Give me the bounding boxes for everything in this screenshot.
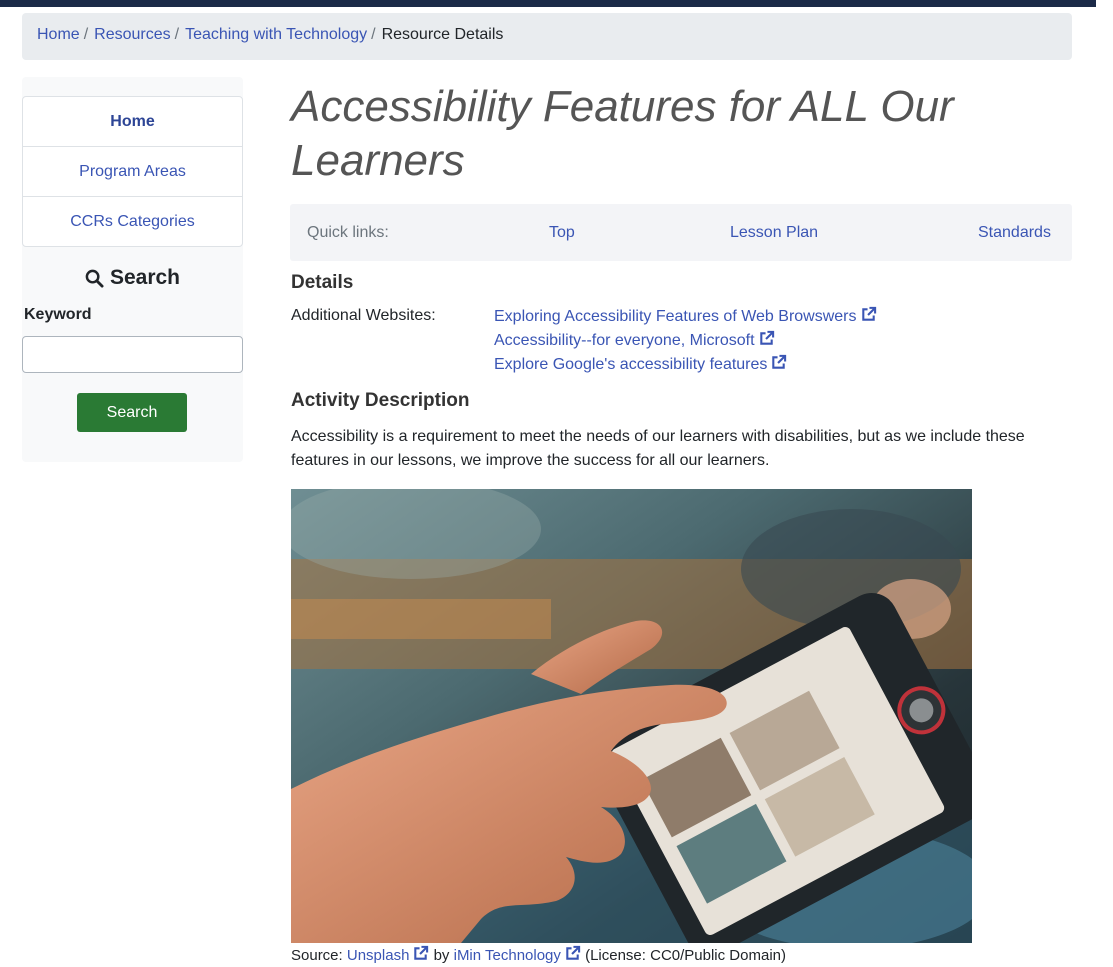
source-prefix: Source: <box>291 947 343 964</box>
photo-source-credit: Source: Unsplash by iMin Technology (Lic… <box>291 945 786 964</box>
breadcrumb-resources[interactable]: Resources <box>94 26 170 43</box>
source-license: (License: CC0/Public Domain) <box>585 947 786 964</box>
website-link-label: Explore Google's accessibility features <box>494 356 768 373</box>
keyword-input[interactable] <box>22 336 243 373</box>
resource-photo <box>291 489 972 943</box>
external-link-icon <box>759 330 774 345</box>
sidebar-item-ccrs-categories[interactable]: CCRs Categories <box>23 197 242 246</box>
quick-links-label: Quick links: <box>307 224 389 241</box>
external-link-icon <box>566 945 581 960</box>
source-site-label: Unsplash <box>346 947 410 964</box>
website-link-microsoft[interactable]: Accessibility--for everyone, Microsoft <box>494 329 877 353</box>
search-heading: Search <box>22 266 243 290</box>
website-link-google[interactable]: Explore Google's accessibility features <box>494 353 877 377</box>
external-link-icon <box>414 945 429 960</box>
top-accent-bar <box>0 0 1096 7</box>
sidebar: Home Program Areas CCRs Categories Searc… <box>22 77 243 462</box>
activity-description-heading: Activity Description <box>291 390 470 411</box>
sidebar-item-home[interactable]: Home <box>23 97 242 147</box>
search-button[interactable]: Search <box>77 393 187 432</box>
breadcrumb-separator: / <box>174 26 180 43</box>
source-by: by <box>433 947 450 964</box>
breadcrumb-home[interactable]: Home <box>37 26 80 43</box>
external-link-icon <box>772 354 787 369</box>
additional-websites-label: Additional Websites: <box>291 307 436 324</box>
sidebar-nav: Home Program Areas CCRs Categories <box>22 96 243 247</box>
search-heading-label: Search <box>109 266 181 289</box>
breadcrumb-separator: / <box>371 26 376 43</box>
search-icon <box>85 269 104 288</box>
quick-link-standards[interactable]: Standards <box>978 224 1051 242</box>
source-unsplash-link[interactable]: Unsplash <box>346 945 430 964</box>
sidebar-item-program-areas[interactable]: Program Areas <box>23 147 242 197</box>
breadcrumb-current: Resource Details <box>381 26 504 43</box>
details-heading: Details <box>291 272 354 293</box>
page-title: Accessibility Features for ALL Our Learn… <box>291 82 954 185</box>
website-link-label: Accessibility--for everyone, Microsoft <box>494 332 755 349</box>
quick-link-top[interactable]: Top <box>549 224 575 242</box>
additional-websites-list: Exploring Accessibility Features of Web … <box>494 305 877 377</box>
breadcrumb-teaching-with-technology[interactable]: Teaching with Technology <box>185 26 367 43</box>
keyword-label: Keyword <box>24 306 92 323</box>
breadcrumb-separator: / <box>83 26 89 43</box>
tablet-hands-photo <box>291 489 972 943</box>
external-link-icon <box>861 306 876 321</box>
website-link-label: Exploring Accessibility Features of Web … <box>494 308 857 325</box>
source-author-label: iMin Technology <box>453 947 561 964</box>
quick-link-lesson-plan[interactable]: Lesson Plan <box>730 224 818 242</box>
quick-links-bar: Quick links: Top Lesson Plan Standards <box>290 204 1072 261</box>
activity-description-text: Accessibility is a requirement to meet t… <box>291 428 1025 469</box>
source-author-link[interactable]: iMin Technology <box>453 945 581 964</box>
website-link-browsers[interactable]: Exploring Accessibility Features of Web … <box>494 305 877 329</box>
breadcrumb: Home / Resources / Teaching with Technology /… <box>22 13 1072 60</box>
